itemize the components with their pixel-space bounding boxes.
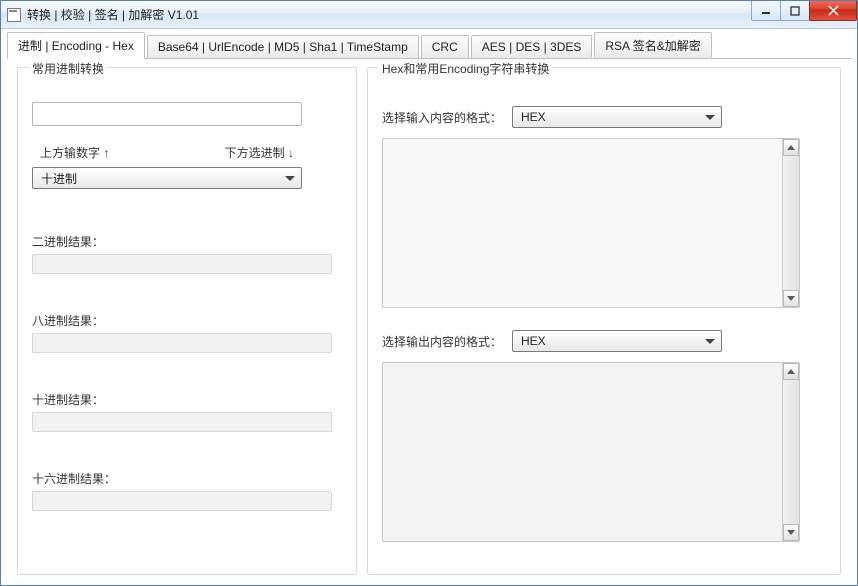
- tab-crc[interactable]: CRC: [421, 35, 469, 58]
- minimize-icon: [761, 6, 771, 16]
- close-button[interactable]: [809, 1, 857, 21]
- octal-result-block: 八进制结果：: [32, 312, 342, 353]
- encoding-legend: Hex和常用Encoding字符串转换: [378, 60, 553, 77]
- radix-select[interactable]: 十进制: [32, 167, 302, 189]
- output-format-label: 选择输出内容的格式：: [382, 333, 502, 350]
- hex-result[interactable]: [32, 491, 332, 511]
- output-textarea[interactable]: [382, 362, 800, 542]
- radix-legend: 常用进制转换: [28, 60, 108, 77]
- scroll-up-button[interactable]: [783, 363, 799, 380]
- binary-result[interactable]: [32, 254, 332, 274]
- triangle-down-icon: [787, 296, 795, 301]
- triangle-down-icon: [787, 530, 795, 535]
- octal-label: 八进制结果：: [32, 312, 342, 329]
- input-format-label: 选择输入内容的格式：: [382, 109, 502, 126]
- output-format-value: HEX: [521, 334, 546, 348]
- title-bar: 转换 | 校验 | 签名 | 加解密 V1.01: [1, 1, 857, 29]
- tab-base64-md5[interactable]: Base64 | UrlEncode | MD5 | Sha1 | TimeSt…: [147, 35, 419, 58]
- number-input[interactable]: [32, 102, 302, 126]
- scroll-down-button[interactable]: [783, 290, 799, 307]
- input-format-select[interactable]: HEX: [512, 106, 722, 128]
- chevron-down-icon: [705, 115, 715, 120]
- tab-aes-des[interactable]: AES | DES | 3DES: [471, 35, 593, 58]
- tab-encoding-hex[interactable]: 进制 | Encoding - Hex: [7, 32, 145, 59]
- window-title: 转换 | 校验 | 签名 | 加解密 V1.01: [27, 6, 199, 23]
- hint-row: 上方输数字 ↑ 下方选进制 ↓: [32, 144, 302, 161]
- radix-select-value: 十进制: [41, 170, 77, 187]
- binary-result-block: 二进制结果：: [32, 233, 342, 274]
- hint-up: 上方输数字 ↑: [40, 144, 109, 161]
- scrollbar[interactable]: [782, 363, 799, 541]
- input-format-value: HEX: [521, 110, 546, 124]
- window-buttons: [752, 1, 857, 21]
- minimize-button[interactable]: [751, 1, 781, 21]
- output-format-select[interactable]: HEX: [512, 330, 722, 352]
- scroll-up-button[interactable]: [783, 139, 799, 156]
- app-window: 转换 | 校验 | 签名 | 加解密 V1.01 进制 | Encoding -…: [0, 0, 858, 586]
- triangle-up-icon: [787, 369, 795, 374]
- radix-group: 常用进制转换 上方输数字 ↑ 下方选进制 ↓ 十进制 二进制结果： 八进制结果：…: [17, 67, 357, 575]
- app-icon: [7, 8, 21, 22]
- close-icon: [828, 5, 839, 16]
- encoding-group: Hex和常用Encoding字符串转换 选择输入内容的格式： HEX 选择输出内…: [367, 67, 841, 575]
- tab-rsa[interactable]: RSA 签名&加解密: [594, 32, 711, 58]
- binary-label: 二进制结果：: [32, 233, 342, 250]
- decimal-label: 十进制结果：: [32, 391, 342, 408]
- chevron-down-icon: [285, 176, 295, 181]
- hint-down: 下方选进制 ↓: [225, 144, 294, 161]
- hex-result-block: 十六进制结果：: [32, 470, 342, 511]
- triangle-up-icon: [787, 145, 795, 150]
- tab-bar: 进制 | Encoding - Hex Base64 | UrlEncode |…: [7, 33, 851, 59]
- maximize-icon: [790, 6, 800, 16]
- content-area: 常用进制转换 上方输数字 ↑ 下方选进制 ↓ 十进制 二进制结果： 八进制结果：…: [1, 59, 857, 585]
- decimal-result[interactable]: [32, 412, 332, 432]
- maximize-button[interactable]: [780, 1, 810, 21]
- decimal-result-block: 十进制结果：: [32, 391, 342, 432]
- chevron-down-icon: [705, 339, 715, 344]
- scroll-down-button[interactable]: [783, 524, 799, 541]
- scrollbar[interactable]: [782, 139, 799, 307]
- output-format-row: 选择输出内容的格式： HEX: [382, 330, 826, 352]
- hex-label: 十六进制结果：: [32, 470, 342, 487]
- octal-result[interactable]: [32, 333, 332, 353]
- input-textarea[interactable]: [382, 138, 800, 308]
- input-format-row: 选择输入内容的格式： HEX: [382, 106, 826, 128]
